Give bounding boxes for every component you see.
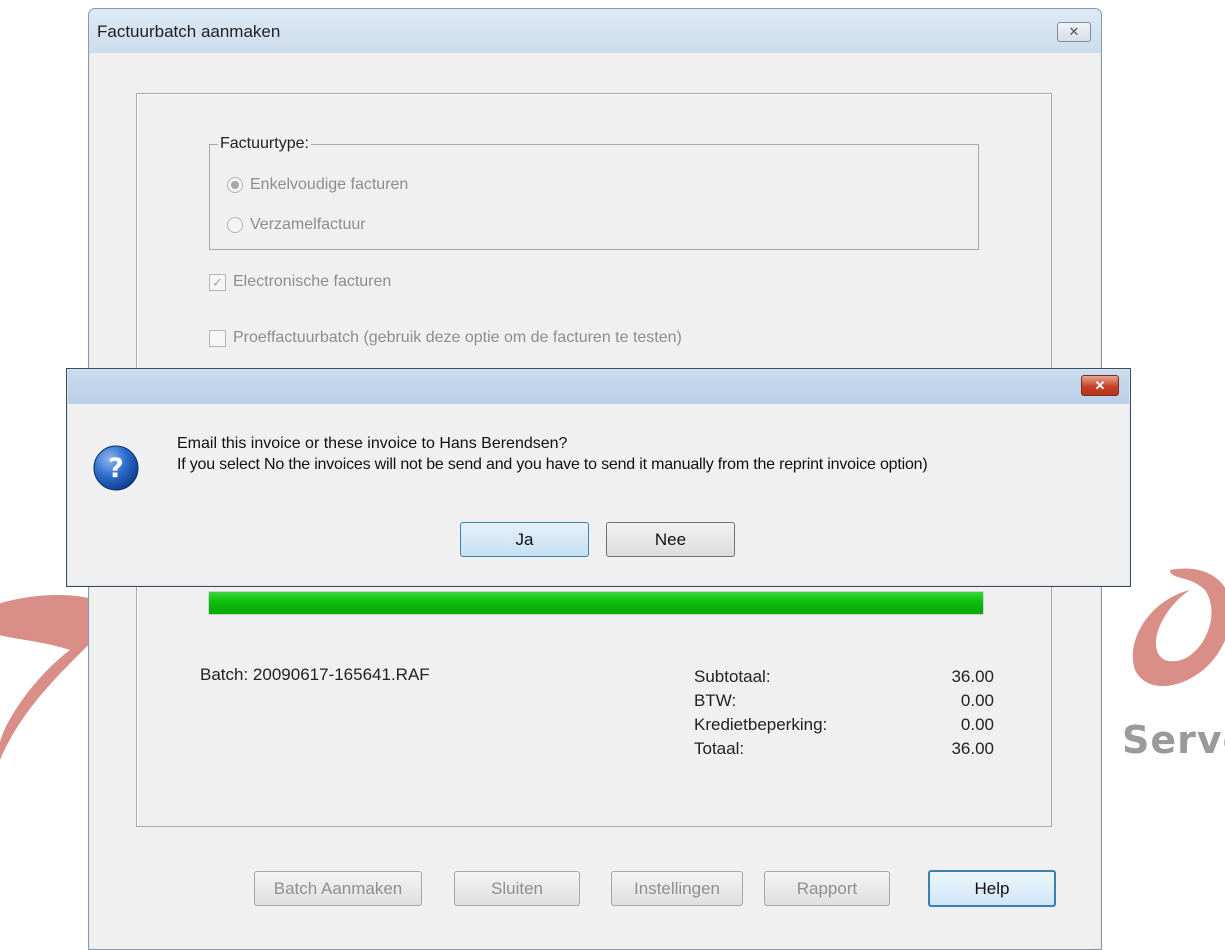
summary-label: BTW: <box>694 691 737 710</box>
summary-row-subtotaal: Subtotaal: 36.00 <box>694 667 994 691</box>
checkmark-icon: ✓ <box>209 273 226 291</box>
svg-text:?: ? <box>108 453 124 484</box>
batch-label: Batch: 20090617-165641.RAF <box>200 665 430 684</box>
question-icon: ? <box>93 445 139 491</box>
close-button[interactable]: ✕ <box>1057 22 1091 42</box>
radio-selected-icon <box>227 177 243 193</box>
summary-row-totaal: Totaal: 36.00 <box>694 739 994 763</box>
nee-button[interactable]: Nee <box>606 522 735 557</box>
rapport-button[interactable]: Rapport <box>764 871 890 906</box>
progress-bar <box>208 591 984 615</box>
summary-value: 0.00 <box>960 691 994 710</box>
dialog-title-bar: ✕ <box>68 370 1129 404</box>
totals-summary: Subtotaal: 36.00 BTW: 0.00 Kredietbeperk… <box>694 667 994 763</box>
radio-enkelvoudige-label: Enkelvoudige facturen <box>250 176 409 193</box>
summary-label: Subtotaal: <box>694 667 771 686</box>
summary-value: 0.00 <box>960 715 994 734</box>
dialog-close-button[interactable]: ✕ <box>1081 375 1119 396</box>
summary-label: Totaal: <box>694 739 745 758</box>
help-button[interactable]: Help <box>928 870 1056 907</box>
proef-label: Proeffactuurbatch (gebruik deze optie om… <box>233 329 682 346</box>
summary-row-kredietbeperking: Kredietbeperking: 0.00 <box>694 715 994 739</box>
checkbox-proeffactuurbatch[interactable]: Proeffactuurbatch (gebruik deze optie om… <box>209 329 682 347</box>
radio-enkelvoudige[interactable]: Enkelvoudige facturen <box>227 176 408 194</box>
email-confirm-dialog: ✕ ? Email this invoice or these invoice … <box>66 368 1131 587</box>
ja-button[interactable]: Ja <box>460 522 589 557</box>
radio-verzamelfactuur-label: Verzamelfactuur <box>250 216 366 233</box>
summary-value: 36.00 <box>951 667 994 686</box>
window-title: Factuurbatch aanmaken <box>97 22 281 41</box>
watermark-text: Server <box>1122 718 1225 762</box>
factuurtype-groupbox <box>209 144 979 250</box>
title-bar: Factuurbatch aanmaken ✕ <box>89 9 1101 53</box>
summary-value: 36.00 <box>951 739 994 758</box>
radio-unselected-icon <box>227 217 243 233</box>
batch-aanmaken-button[interactable]: Batch Aanmaken <box>254 871 422 906</box>
sluiten-button[interactable]: Sluiten <box>454 871 580 906</box>
factuurtype-legend: Factuurtype: <box>218 135 311 153</box>
dialog-body: ? Email this invoice or these invoice to… <box>67 404 1130 586</box>
summary-row-btw: BTW: 0.00 <box>694 691 994 715</box>
dialog-message-line2: If you select No the invoices will not b… <box>177 456 928 473</box>
dialog-message-line1: Email this invoice or these invoice to H… <box>177 435 568 452</box>
unchecked-box-icon <box>209 329 226 347</box>
checkbox-electronische-facturen[interactable]: ✓ Electronische facturen <box>209 273 391 291</box>
instellingen-button[interactable]: Instellingen <box>611 871 743 906</box>
summary-label: Kredietbeperking: <box>694 715 828 734</box>
radio-verzamelfactuur[interactable]: Verzamelfactuur <box>227 216 366 234</box>
electronische-label: Electronische facturen <box>233 273 392 290</box>
